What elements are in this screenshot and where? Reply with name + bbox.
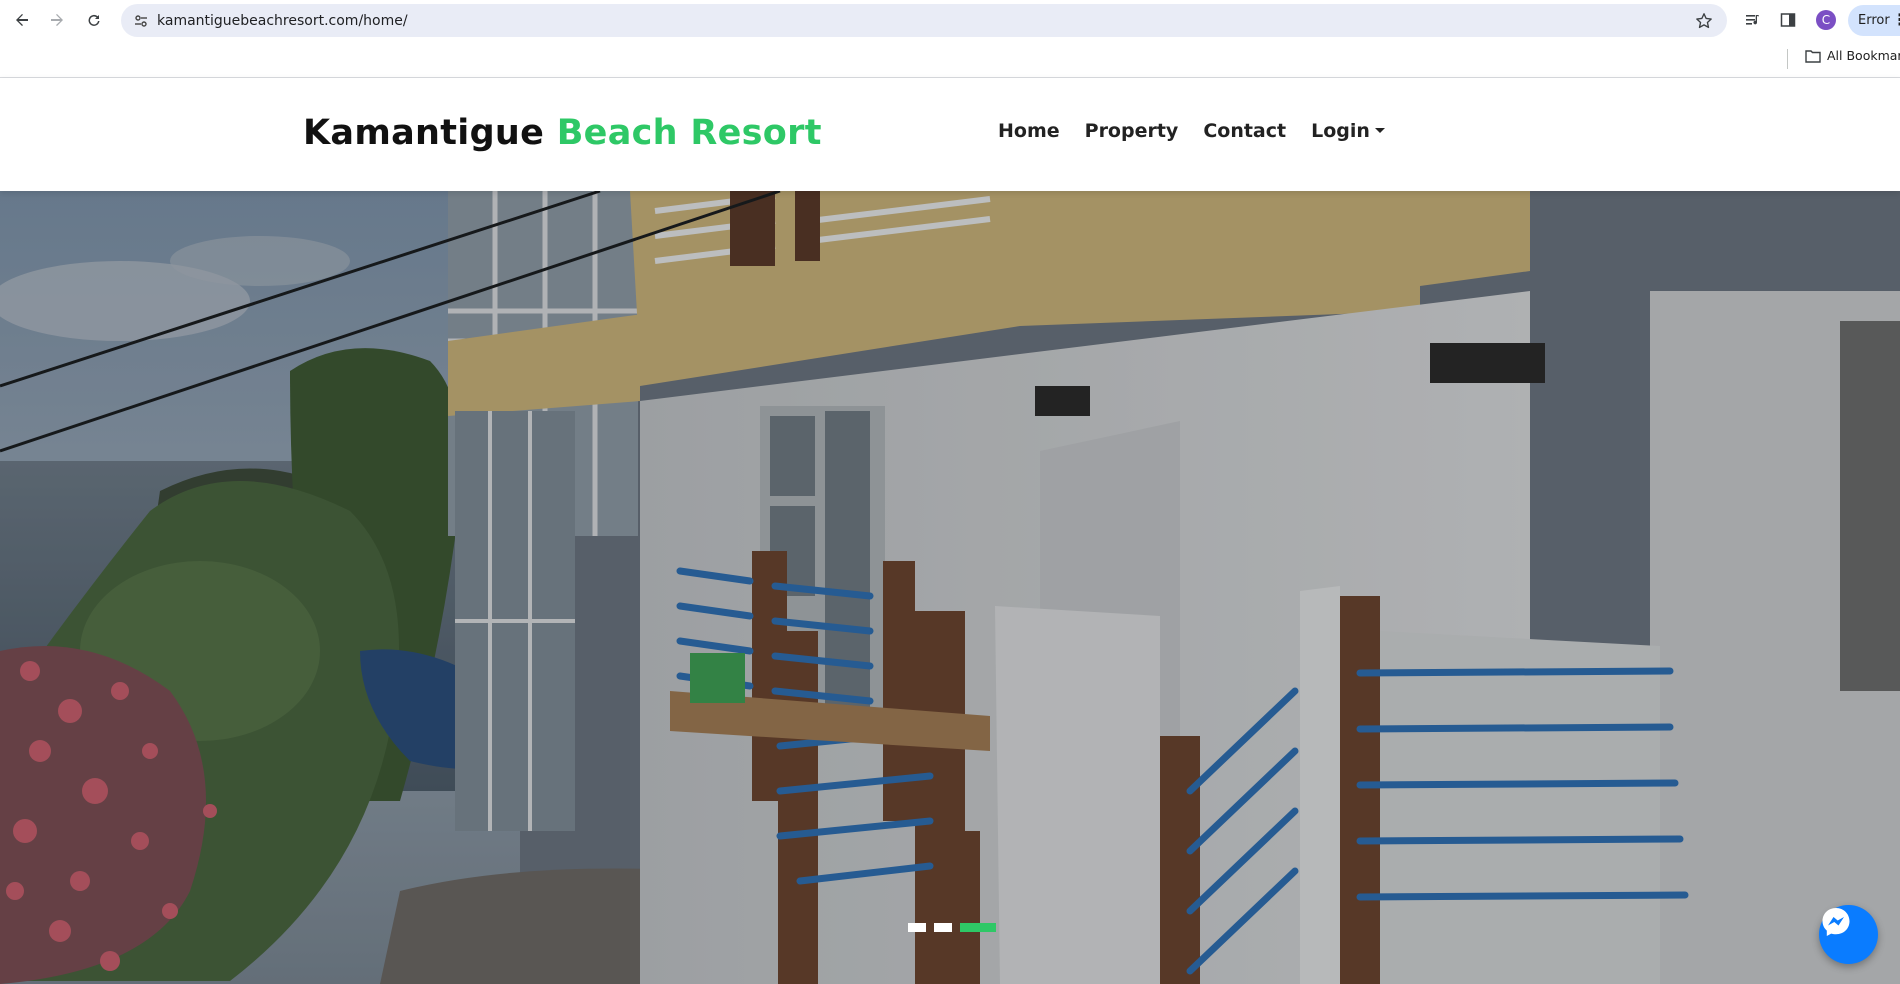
carousel-indicator-3[interactable] — [960, 923, 996, 932]
carousel-indicators — [908, 923, 996, 932]
caret-down-icon — [1374, 128, 1385, 133]
all-bookmarks-button[interactable]: All Bookmarks — [1805, 48, 1900, 63]
arrow-left-icon — [16, 14, 28, 26]
media-control-icon[interactable] — [1740, 8, 1766, 32]
folder-icon — [1805, 49, 1821, 63]
nav-property[interactable]: Property — [1085, 120, 1179, 142]
profile-avatar[interactable]: C — [1816, 10, 1836, 30]
carousel-indicator-2[interactable] — [934, 923, 952, 932]
forward-button[interactable] — [43, 8, 71, 32]
back-button[interactable] — [8, 8, 36, 32]
site-header: Kamantigue Beach Resort Home Property Co… — [0, 78, 1900, 191]
side-panel-icon[interactable] — [1775, 8, 1801, 32]
reload-button[interactable] — [80, 8, 108, 32]
bookmarks-bar: All Bookmarks — [0, 40, 1900, 78]
address-bar[interactable]: kamantiguebeachresort.com/home/ — [121, 4, 1727, 37]
resort-building-photo — [0, 191, 1900, 984]
reload-icon — [88, 14, 100, 26]
logo-text-accent: Beach Resort — [556, 113, 822, 153]
browser-toolbar: kamantiguebeachresort.com/home/ C Error … — [0, 0, 1900, 40]
nav-login-dropdown[interactable]: Login — [1311, 120, 1385, 142]
bookmarks-separator — [1787, 49, 1788, 69]
arrow-right-icon — [51, 14, 63, 26]
url-text[interactable]: kamantiguebeachresort.com/home/ — [157, 13, 408, 29]
menu-dots-icon[interactable]: ⋮ — [1892, 10, 1900, 30]
nav-login-label: Login — [1311, 120, 1370, 142]
site-logo[interactable]: Kamantigue Beach Resort — [303, 113, 822, 153]
error-label: Error — [1858, 13, 1890, 28]
messenger-icon — [1822, 908, 1850, 936]
nav-contact[interactable]: Contact — [1203, 120, 1286, 142]
carousel-indicator-1[interactable] — [908, 923, 926, 932]
bookmark-star-icon[interactable] — [1693, 10, 1715, 32]
all-bookmarks-label: All Bookmarks — [1827, 48, 1900, 63]
error-button[interactable]: Error ⋮ — [1848, 5, 1900, 36]
main-nav: Home Property Contact Login — [998, 120, 1410, 142]
messenger-chat-button[interactable] — [1819, 905, 1878, 964]
hero-carousel — [0, 191, 1900, 984]
nav-home[interactable]: Home — [998, 120, 1060, 142]
site-info-icon[interactable] — [131, 11, 151, 31]
logo-text-primary: Kamantigue — [303, 113, 545, 153]
